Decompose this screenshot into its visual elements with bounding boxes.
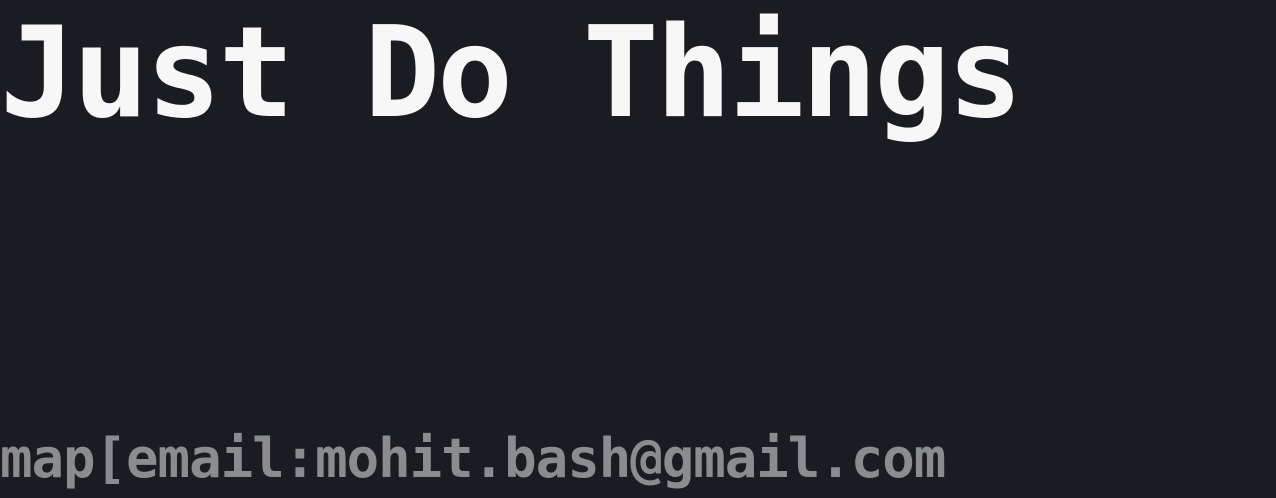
page-root: Just Do Things map[email:mohit.bash@gmai…	[0, 0, 1276, 498]
page-title: Just Do Things	[0, 0, 1023, 146]
email-text: map[email:mohit.bash@gmail.com	[0, 427, 946, 490]
